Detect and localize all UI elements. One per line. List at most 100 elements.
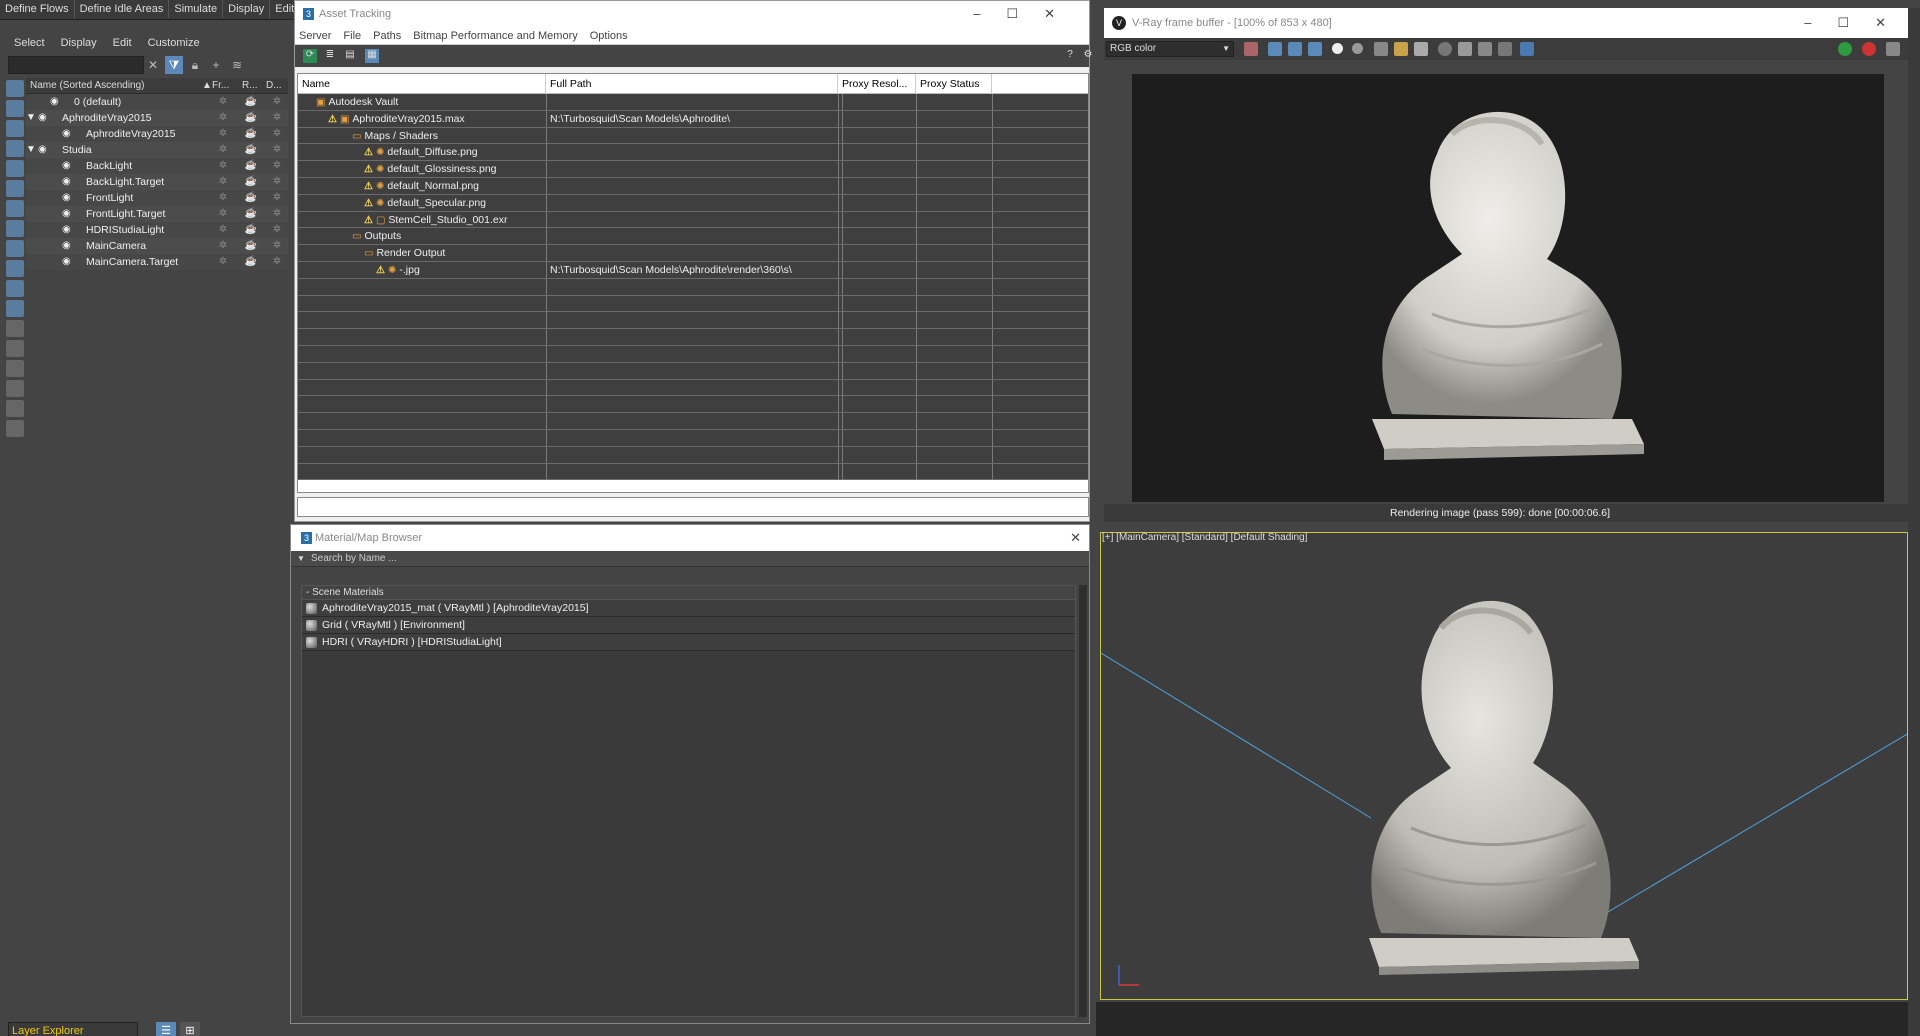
scene-menu-item[interactable]: Select: [6, 34, 53, 52]
window-controls[interactable]: –☐✕: [1804, 8, 1912, 38]
column-full-path[interactable]: Full Path: [546, 74, 838, 94]
scene-tree-row[interactable]: ◉ MainCamera.Target ✲ ☕ ✲: [26, 254, 288, 270]
asset-menu-item[interactable]: Bitmap Performance and Memory: [413, 30, 577, 42]
sort-by-hierarchy-icon[interactable]: ⊞: [180, 1022, 200, 1036]
table-view-icon[interactable]: ▤: [343, 49, 357, 63]
filter-button-icon[interactable]: [6, 220, 24, 237]
filter-button-icon[interactable]: [6, 120, 24, 137]
freeze-icon[interactable]: ✲: [216, 126, 230, 142]
clear-search-icon[interactable]: ✕: [144, 56, 162, 74]
asset-row[interactable]: ⚠ ✺ default_Glossiness.png: [298, 161, 1088, 178]
help-icon[interactable]: ?: [1063, 49, 1077, 63]
sort-by-layer-icon[interactable]: ☰: [156, 1022, 176, 1036]
freeze-icon[interactable]: ✲: [216, 190, 230, 206]
material-item[interactable]: AphroditeVray2015_mat ( VRayMtl ) [Aphro…: [302, 600, 1075, 617]
grid-view-icon[interactable]: ▦: [365, 49, 379, 63]
load-image-icon[interactable]: [1394, 42, 1408, 56]
asset-row[interactable]: ⚠ ✺ default_Specular.png: [298, 194, 1088, 212]
top-menu-item[interactable]: Display: [223, 0, 271, 18]
freeze-icon[interactable]: ✲: [216, 174, 230, 190]
render-teapot-icon[interactable]: ☕: [244, 254, 258, 270]
freeze-icon[interactable]: ✲: [216, 222, 230, 238]
color-wheel-icon[interactable]: [1244, 42, 1258, 56]
freeze-icon[interactable]: ✲: [216, 238, 230, 254]
filter-button-icon[interactable]: [6, 180, 24, 197]
render-teapot-icon[interactable]: ☕: [244, 174, 258, 190]
asset-menu-item[interactable]: Paths: [373, 30, 401, 42]
top-menu-item[interactable]: Simulate: [169, 0, 224, 18]
freeze-icon[interactable]: ✲: [216, 206, 230, 222]
scene-menu-item[interactable]: Display: [53, 34, 105, 52]
material-item[interactable]: HDRI ( VRayHDRI ) [HDRIStudiaLight]: [302, 634, 1075, 651]
display-icon[interactable]: ✲: [270, 126, 284, 142]
render-teapot-icon[interactable]: ☕: [244, 222, 258, 238]
visibility-eye-icon[interactable]: ◉: [50, 94, 59, 110]
green-channel-icon[interactable]: [1288, 42, 1302, 56]
viewport-label[interactable]: [+] [MainCamera] [Standard] [Default Sha…: [1102, 532, 1307, 543]
freeze-icon[interactable]: ✲: [216, 94, 230, 110]
add-layer-icon[interactable]: +: [207, 56, 225, 74]
filter-button-icon[interactable]: [6, 100, 24, 117]
settings-icon[interactable]: ⚙: [1081, 49, 1095, 63]
display-icon[interactable]: ✲: [270, 94, 284, 110]
display-icon[interactable]: ✲: [270, 158, 284, 174]
column-frozen[interactable]: Fr...: [212, 78, 229, 94]
visibility-eye-icon[interactable]: ◉: [62, 254, 71, 270]
red-channel-icon[interactable]: [1268, 42, 1282, 56]
history-icon[interactable]: [1520, 42, 1534, 56]
filter-button-icon[interactable]: [6, 360, 24, 377]
freeze-icon[interactable]: ✲: [216, 254, 230, 270]
scene-tree-row[interactable]: ◉ MainCamera ✲ ☕ ✲: [26, 238, 288, 254]
render-teapot-icon[interactable]: ☕: [244, 142, 258, 158]
freeze-icon[interactable]: ✲: [216, 158, 230, 174]
visibility-eye-icon[interactable]: ◉: [62, 206, 71, 222]
render-teapot-icon[interactable]: ☕: [244, 126, 258, 142]
blue-channel-icon[interactable]: [1308, 42, 1322, 56]
filter-icon[interactable]: ⧩: [165, 56, 183, 74]
filter-button-icon[interactable]: [6, 200, 24, 217]
asset-row[interactable]: ▭ Maps / Shaders: [298, 127, 1088, 145]
display-icon[interactable]: ✲: [270, 238, 284, 254]
render-icon[interactable]: [1838, 42, 1852, 56]
filter-button-icon[interactable]: [6, 380, 24, 397]
asset-menu-item[interactable]: Server: [299, 30, 331, 42]
column-name[interactable]: Name: [298, 74, 546, 94]
asset-menu-item[interactable]: Options: [590, 30, 628, 42]
asset-row[interactable]: ⚠ ✺ default_Normal.png: [298, 177, 1088, 195]
display-icon[interactable]: ✲: [270, 110, 284, 126]
filter-button-icon[interactable]: [6, 240, 24, 257]
scene-menu-item[interactable]: Edit: [105, 34, 140, 52]
scene-tree-row[interactable]: ▼ ◉ Studia ✲ ☕ ✲: [26, 142, 288, 158]
filter-button-icon[interactable]: [6, 260, 24, 277]
visibility-eye-icon[interactable]: ◉: [38, 142, 47, 158]
render-teapot-icon[interactable]: ☕: [244, 110, 258, 126]
top-menu-item[interactable]: Define Idle Areas: [75, 0, 170, 18]
asset-row[interactable]: ▣ Autodesk Vault: [298, 94, 1088, 111]
display-icon[interactable]: ✲: [270, 222, 284, 238]
track-mouse-icon[interactable]: [1438, 42, 1452, 56]
visibility-eye-icon[interactable]: ◉: [62, 158, 71, 174]
copy-icon[interactable]: [1458, 42, 1472, 56]
visibility-eye-icon[interactable]: ◉: [62, 126, 71, 142]
visibility-eye-icon[interactable]: ◉: [62, 238, 71, 254]
visibility-eye-icon[interactable]: ◉: [62, 190, 71, 206]
scene-menu-item[interactable]: Customize: [140, 34, 208, 52]
scene-tree-row[interactable]: ◉ HDRIStudiaLight ✲ ☕ ✲: [26, 222, 288, 238]
render-teapot-icon[interactable]: ☕: [244, 158, 258, 174]
column-render[interactable]: R...: [242, 78, 258, 94]
filter-button-icon[interactable]: [6, 400, 24, 417]
column-display[interactable]: D...: [266, 78, 282, 94]
render-teapot-icon[interactable]: ☕: [244, 238, 258, 254]
scene-tree-row[interactable]: ◉ FrontLight.Target ✲ ☕ ✲: [26, 206, 288, 222]
display-icon[interactable]: ✲: [270, 254, 284, 270]
asset-row[interactable]: ▭ Outputs: [298, 228, 1088, 246]
filter-button-icon[interactable]: [6, 140, 24, 157]
layers-icon[interactable]: ≋: [228, 56, 246, 74]
scene-materials-section[interactable]: - Scene Materials: [302, 586, 1075, 600]
scene-tree-row[interactable]: ◉ FrontLight ✲ ☕ ✲: [26, 190, 288, 206]
window-controls[interactable]: –☐✕: [973, 1, 1081, 27]
layer-explorer-dropdown[interactable]: Layer Explorer: [8, 1022, 138, 1036]
scene-tree-row[interactable]: ◉ BackLight.Target ✲ ☕ ✲: [26, 174, 288, 190]
column-name[interactable]: Name (Sorted Ascending): [30, 78, 145, 94]
asset-row[interactable]: ⚠ ✺ -.jpg N:\Turbosquid\Scan Models\Aphrodi…: [298, 261, 1088, 279]
